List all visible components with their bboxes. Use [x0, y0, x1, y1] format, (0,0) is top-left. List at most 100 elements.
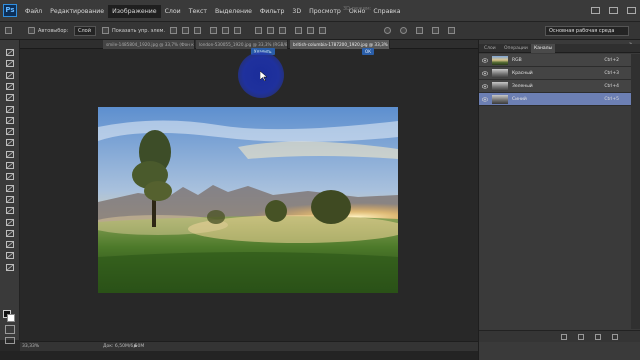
lasso-tool-icon[interactable]: [5, 71, 15, 80]
menu-item-4[interactable]: Текст: [185, 5, 211, 18]
status-bar: 33,33% Док: 6,50M/6,50M ▶: [20, 341, 478, 351]
3d-slide-icon[interactable]: [432, 27, 439, 34]
distribute-left-icon[interactable]: [295, 27, 302, 34]
menu-item-6[interactable]: Фильтр: [256, 5, 288, 18]
channel-row[interactable]: RGB Ctrl+2: [479, 54, 631, 67]
menu-item-8[interactable]: Просмотр: [305, 5, 345, 18]
3d-mode-label: 3D-режим:: [343, 6, 372, 12]
brush-tool-icon[interactable]: [5, 127, 15, 136]
distribute-vcenter-icon[interactable]: [267, 27, 274, 34]
3d-pan-icon[interactable]: [416, 27, 423, 34]
maximize-button[interactable]: [609, 7, 618, 14]
clone-stamp-icon[interactable]: [5, 138, 15, 147]
channel-row[interactable]: Синий Ctrl+5: [479, 93, 631, 106]
channel-row[interactable]: Зеленый Ctrl+4: [479, 80, 631, 93]
show-controls-checkbox[interactable]: [102, 27, 109, 34]
menu-item-7[interactable]: 3D: [288, 5, 305, 18]
load-selection-icon[interactable]: [561, 334, 567, 340]
channel-thumbnail: [492, 69, 508, 78]
channel-thumbnail: [492, 82, 508, 91]
shape-tool-icon[interactable]: [5, 240, 15, 249]
eye-icon[interactable]: [482, 58, 488, 63]
panel-tabs: Слои Операции Каналы: [479, 44, 640, 53]
align-right-icon[interactable]: [234, 27, 241, 34]
channel-shortcut: Ctrl+2: [604, 58, 619, 63]
panel-tab-1[interactable]: Операции: [501, 44, 531, 53]
distribute-bottom-icon[interactable]: [279, 27, 286, 34]
document-tab[interactable]: smile-1485804_1920.jpg @ 33,7% (Фон копи…: [103, 40, 195, 49]
autoselect-checkbox[interactable]: [28, 27, 35, 34]
align-vcenter-icon[interactable]: [182, 27, 189, 34]
channel-shortcut: Ctrl+3: [604, 71, 619, 76]
eye-icon[interactable]: [482, 97, 488, 102]
3d-roll-icon[interactable]: [400, 27, 407, 34]
quick-select-icon[interactable]: [5, 82, 15, 91]
ok-chip[interactable]: ОК: [362, 48, 374, 55]
menu-item-1[interactable]: Редактирование: [46, 5, 108, 18]
dodge-icon[interactable]: [5, 195, 15, 204]
quick-mask-icon[interactable]: [5, 325, 15, 334]
save-selection-icon[interactable]: [578, 334, 584, 340]
zoom-tool-icon[interactable]: [5, 263, 15, 272]
channels-panel: » СлоиОперацииКаналы RGBCtrl+2КрасныйCtr…: [478, 40, 640, 360]
eye-icon[interactable]: [482, 71, 488, 76]
close-button[interactable]: [627, 7, 636, 14]
move-tool-preset-icon[interactable]: [5, 27, 12, 34]
eye-icon[interactable]: [482, 84, 488, 89]
align-top-icon[interactable]: [170, 27, 177, 34]
distribute-right-icon[interactable]: [319, 27, 326, 34]
panel-footer: [479, 330, 640, 342]
workspace-select[interactable]: Основная рабочая среда: [545, 26, 629, 36]
panel-tab-2[interactable]: Каналы: [531, 44, 556, 53]
photoshop-logo: Ps: [3, 4, 17, 17]
eraser-icon[interactable]: [5, 161, 15, 170]
distribute-hcenter-icon[interactable]: [307, 27, 314, 34]
blur-icon[interactable]: [5, 184, 15, 193]
gradient-icon[interactable]: [5, 172, 15, 181]
document-tabs: smile-1485804_1920.jpg @ 33,7% (Фон копи…: [20, 40, 478, 49]
menu-item-2[interactable]: Изображение: [108, 4, 161, 18]
distribute-top-icon[interactable]: [255, 27, 262, 34]
crop-tool-icon[interactable]: [5, 93, 15, 102]
menu-item-5[interactable]: Выделение: [211, 5, 256, 18]
mouse-pointer-icon: [260, 71, 268, 81]
move-tool-icon[interactable]: [5, 48, 15, 57]
toolbox: [0, 40, 20, 344]
history-brush-icon[interactable]: [5, 150, 15, 159]
marquee-tool-icon[interactable]: [5, 59, 15, 68]
options-bar: Автовыбор: Слой Показать упр. элем. Осно…: [0, 22, 640, 40]
channel-name: Красный: [512, 71, 533, 76]
menu-item-0[interactable]: Файл: [21, 5, 46, 18]
channel-row[interactable]: Красный Ctrl+3: [479, 67, 631, 80]
3d-scale-icon[interactable]: [448, 27, 455, 34]
channel-shortcut: Ctrl+4: [604, 84, 619, 89]
align-left-icon[interactable]: [210, 27, 217, 34]
menu-bar: Ps Файл Редактирование Изображение Слои Текс…: [0, 0, 640, 22]
new-channel-icon[interactable]: [595, 334, 601, 340]
minimize-button[interactable]: [591, 7, 600, 14]
pen-tool-icon[interactable]: [5, 206, 15, 215]
menu-item-3[interactable]: Слои: [161, 5, 185, 18]
background-color-swatch[interactable]: [7, 314, 15, 322]
hand-tool-icon[interactable]: [5, 251, 15, 260]
delete-channel-icon[interactable]: [612, 334, 618, 340]
screen-mode-icon[interactable]: [5, 337, 15, 344]
eyedropper-icon[interactable]: [5, 105, 15, 114]
align-bottom-icon[interactable]: [194, 27, 201, 34]
panel-tab-0[interactable]: Слои: [481, 44, 499, 53]
text-tool-icon[interactable]: [5, 218, 15, 227]
document-tab[interactable]: british-columbia-1787200_1920.jpg @ 33,3…: [290, 40, 390, 49]
3d-rotate-icon[interactable]: [384, 27, 391, 34]
panel-scrollbar[interactable]: [631, 54, 640, 329]
align-hcenter-icon[interactable]: [222, 27, 229, 34]
channel-name: Зеленый: [512, 84, 533, 89]
document-image: [98, 107, 398, 293]
autoselect-label: Автовыбор:: [38, 28, 69, 34]
window-controls: [591, 7, 636, 14]
channel-name: Синий: [512, 97, 527, 102]
healing-brush-icon[interactable]: [5, 116, 15, 125]
autoselect-select[interactable]: Слой: [74, 26, 96, 36]
path-select-icon[interactable]: [5, 229, 15, 238]
channel-thumbnail: [492, 95, 508, 104]
menu-item-10[interactable]: Справка: [369, 5, 404, 18]
